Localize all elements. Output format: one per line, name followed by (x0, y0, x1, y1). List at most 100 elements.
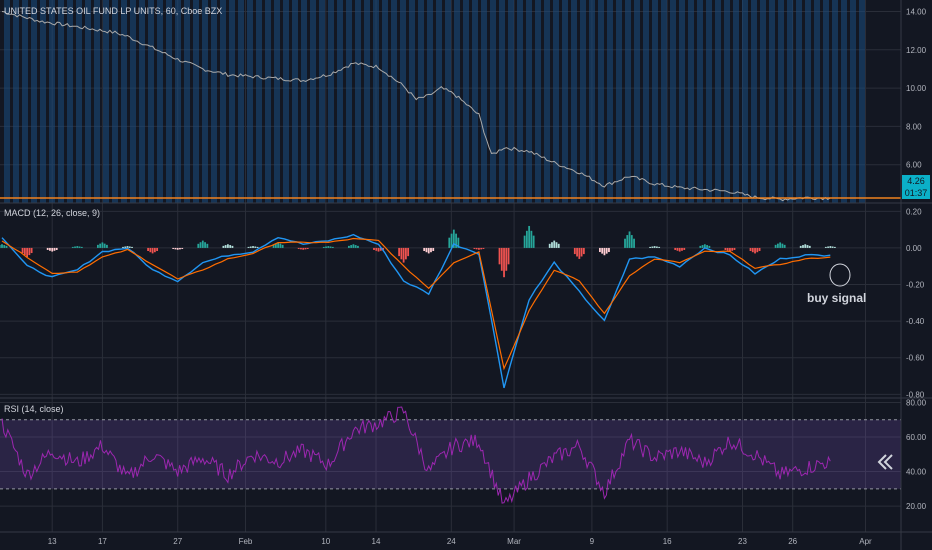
session-highlight-bar (715, 0, 721, 203)
macd-histogram-bar (799, 245, 802, 248)
session-highlight-bar (841, 0, 847, 203)
macd-histogram-bar (781, 243, 784, 248)
x-tick-label: Mar (507, 537, 521, 546)
y-tick-label: 8.00 (906, 122, 922, 131)
y-tick-label: 14.00 (906, 7, 927, 16)
macd-histogram-bar (53, 247, 56, 251)
session-highlight-bar (598, 0, 604, 203)
macd-histogram-bar (507, 247, 510, 265)
macd-histogram-bar (829, 246, 832, 248)
macd-histogram-bar (331, 246, 334, 248)
session-highlight-bar (76, 0, 82, 203)
session-highlight-bar (346, 0, 352, 203)
macd-histogram-bar (802, 245, 804, 248)
chart-canvas: 14.00 12.00 10.00 8.00 6.00 0.20 0.00 -0.20 -0.4… (0, 0, 932, 550)
macd-histogram-bar (354, 245, 357, 248)
y-tick-label: 12.00 (906, 46, 927, 55)
macd-histogram-bar (197, 243, 200, 248)
macd-histogram-bar (633, 238, 635, 248)
session-highlight-bar (22, 0, 28, 203)
session-highlight-bar (355, 0, 361, 203)
macd-histogram-bar (824, 246, 827, 248)
macd-histogram-bar (724, 247, 727, 250)
session-highlight-bar (4, 0, 10, 203)
session-highlight-bar (805, 0, 811, 203)
macd-histogram-bar (3, 245, 6, 248)
macd-histogram-bar (649, 246, 652, 248)
session-highlight-bar (319, 0, 325, 203)
macd-histogram-bar (279, 243, 282, 248)
macd-histogram-bar (304, 247, 307, 250)
macd-histogram-bar (808, 245, 811, 248)
macd-histogram-bar (448, 237, 451, 248)
macd-histogram-bar (674, 247, 677, 250)
session-highlight-bar (661, 0, 667, 203)
x-tick-label: 26 (788, 537, 797, 546)
macd-histogram-bar (176, 247, 179, 250)
macd-histogram-bar (427, 247, 430, 254)
macd-histogram-bar (149, 247, 152, 253)
macd-histogram-bar (128, 246, 131, 248)
macd-histogram-bar (776, 243, 779, 248)
session-highlight-bar (634, 0, 640, 203)
session-highlight-bar (724, 0, 730, 203)
macd-histogram-bar (749, 247, 752, 251)
y-tick-label: 40.00 (906, 468, 927, 477)
macd-histogram-bar (327, 246, 330, 248)
session-highlight-bar (679, 0, 685, 203)
macd-histogram-bar (557, 243, 560, 248)
session-highlight-bar (796, 0, 802, 203)
macd-histogram-bar (350, 245, 353, 248)
macd-histogram-bar (605, 247, 608, 254)
bar-countdown-value: 01:37 (905, 188, 928, 198)
session-highlight-bar (859, 0, 865, 203)
macd-histogram-bar (224, 245, 227, 248)
y-tick-label: 20.00 (906, 502, 927, 511)
macd-histogram-bar (555, 242, 558, 248)
y-tick-label: 80.00 (906, 398, 927, 407)
session-highlight-bar (445, 0, 451, 203)
price-pane-title: UNITED STATES OIL FUND LP UNITS, 60, Cbo… (4, 6, 222, 16)
macd-histogram-bar (651, 246, 654, 248)
macd-histogram-bar (678, 247, 681, 252)
double-chevron-left-icon[interactable] (872, 450, 896, 474)
macd-histogram-bar (281, 244, 284, 248)
macd-histogram-bar (756, 247, 759, 253)
macd-histogram-bar (256, 246, 259, 248)
macd-histogram-bar (473, 247, 476, 249)
session-highlight-bar (787, 0, 793, 203)
macd-histogram-bar (49, 247, 51, 251)
session-highlight-bar (481, 0, 487, 203)
session-highlight-bar (670, 0, 676, 203)
macd-histogram-bar (153, 247, 156, 253)
session-highlight-bar (850, 0, 856, 203)
y-tick-label: 0.20 (906, 207, 922, 216)
macd-histogram-bar (628, 231, 631, 248)
session-highlight-bar (175, 0, 181, 203)
session-highlight-bar (310, 0, 316, 203)
macd-histogram-bar (131, 246, 133, 248)
macd-histogram-bar (106, 244, 108, 248)
x-tick-label: Feb (239, 537, 253, 546)
session-highlight-bar (274, 0, 280, 203)
macd-histogram-bar (683, 247, 686, 250)
session-highlight-bar (823, 0, 829, 203)
x-tick-label: 27 (173, 537, 182, 546)
session-highlight-bar (580, 0, 586, 203)
macd-histogram-bar (423, 247, 426, 251)
macd-histogram-bar (172, 247, 175, 249)
session-highlight-bar (265, 0, 271, 203)
macd-histogram-bar (373, 247, 375, 250)
session-highlight-bar (157, 0, 163, 203)
macd-histogram-bar (478, 247, 480, 250)
macd-histogram-bar (30, 247, 33, 254)
macd-histogram-bar (580, 247, 583, 257)
macd-histogram-bar (676, 247, 679, 251)
macd-histogram-bar (80, 246, 83, 248)
macd-histogram-bar (302, 247, 305, 250)
macd-histogram-bar (249, 246, 252, 248)
macd-histogram-bar (498, 247, 501, 265)
session-highlight-bar (85, 0, 91, 203)
macd-histogram-bar (758, 247, 761, 251)
macd-histogram-bar (548, 243, 551, 248)
